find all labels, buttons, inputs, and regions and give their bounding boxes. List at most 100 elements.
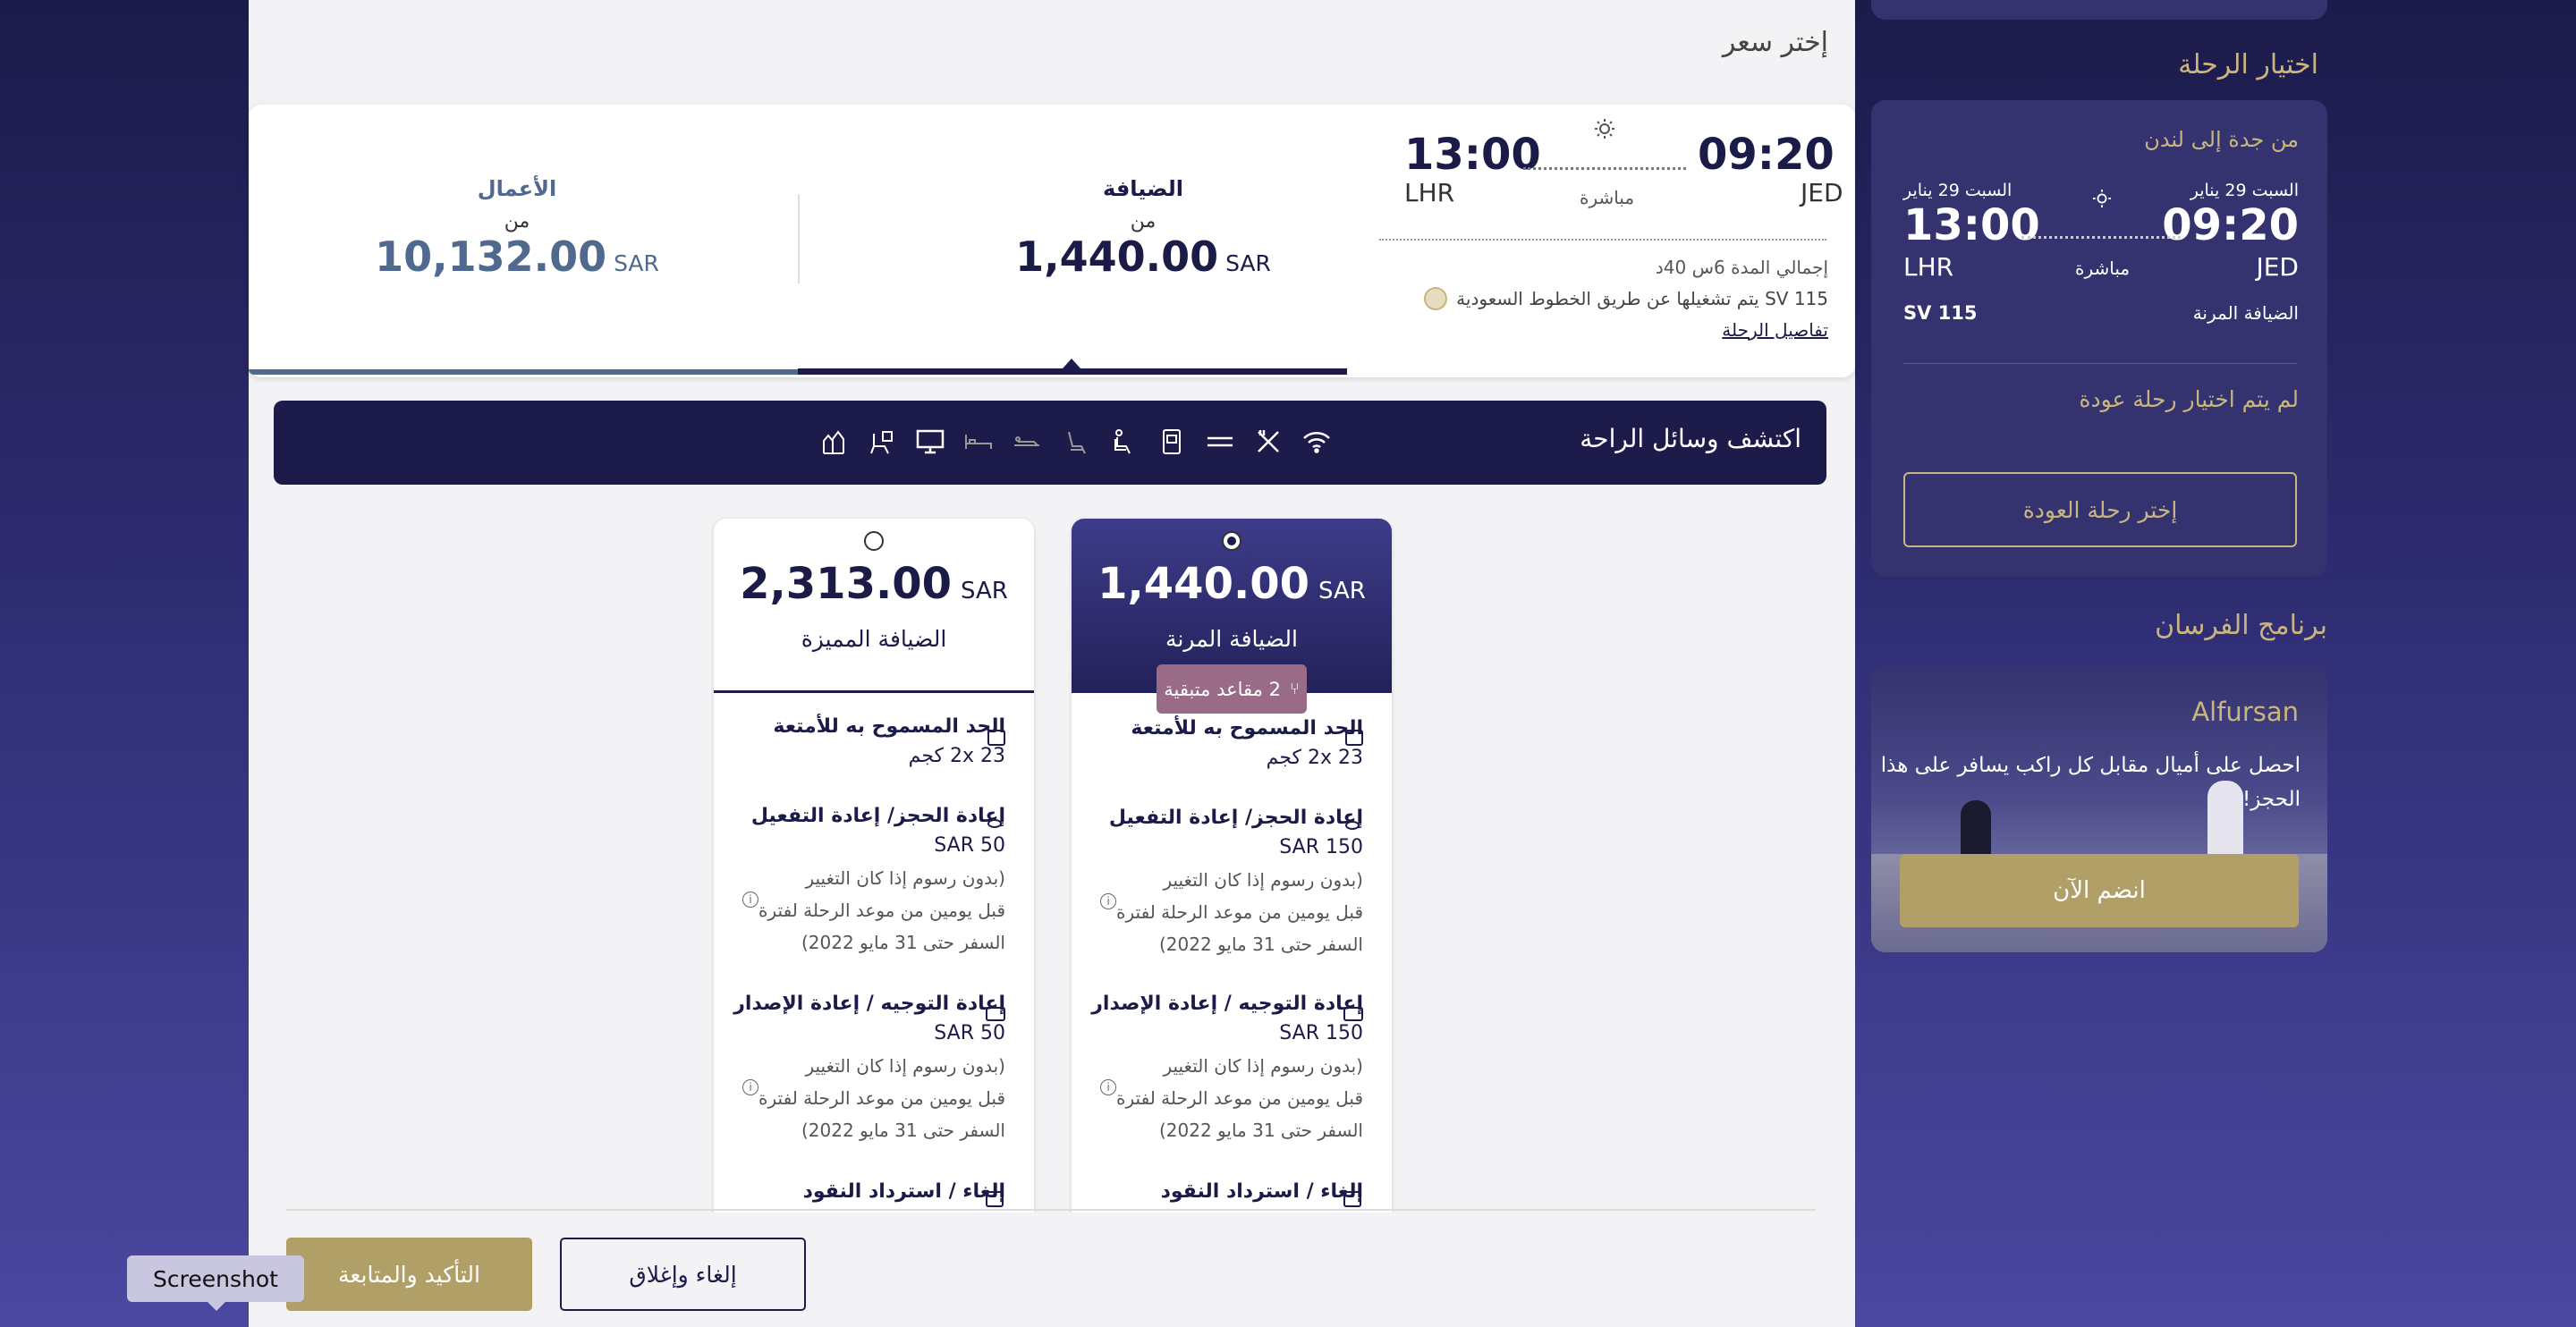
cancel-refund-title: إلغاء / استرداد النقود — [802, 1180, 1005, 1203]
rebook-note-line-1: (بدون رسوم إذا كان التغيير — [805, 867, 1005, 889]
cabin-economy-price: 1,440.00 — [1015, 232, 1219, 281]
operated-by-text: SV 115 يتم تشغيلها عن طريق الخطوط السعود… — [1456, 288, 1828, 309]
cabin-economy-price-row: 1,440.00 SAR — [991, 232, 1295, 281]
confirm-continue-button[interactable]: التأكيد والمتابعة — [286, 1238, 532, 1311]
rebook-value: SAR 50 — [934, 834, 1005, 857]
reroute-section: إعادة التوجيه / إعادة الإصدار SAR 50 (بد… — [733, 993, 1005, 1146]
cabin-business-name: الأعمال — [477, 176, 557, 201]
prayer-room-icon — [819, 427, 848, 456]
rebook-note-line-3: السفر حتى 31 مايو 2022) — [801, 932, 1005, 953]
sidebar-top-card — [1871, 0, 2327, 20]
rebook-note-line-3: السفر حتى 31 مايو 2022) — [1158, 934, 1363, 955]
wifi-icon — [1302, 427, 1331, 456]
flight-details-link[interactable]: تفاصيل الرحلة — [1722, 319, 1828, 341]
alfursan-text: احصل على أميال مقابل كل راكب يسافر على ه… — [1881, 748, 2301, 816]
refund-icon — [1343, 1191, 1361, 1207]
standard-seat-icon — [1109, 427, 1138, 456]
rebook-note: (بدون رسوم إذا كان التغيير قبل يومين من … — [751, 862, 1005, 959]
selected-cabin-caret — [1063, 359, 1080, 368]
arrive-time: 13:00 — [1903, 200, 2040, 250]
alfursan-title: Alfursan — [2191, 697, 2299, 727]
ticket-icon — [986, 1007, 1005, 1021]
reroute-note-line-2: قبل يومين من موعد الرحلة لفترة — [758, 1087, 1005, 1109]
arrive-airport: LHR — [1903, 252, 1954, 282]
reroute-value: SAR 50 — [934, 1022, 1005, 1044]
fare-premium-price: 2,313.00 — [740, 559, 952, 609]
cabin-economy-currency: SAR — [1225, 250, 1271, 276]
reroute-note-line-3: السفر حتى 31 مايو 2022) — [1158, 1120, 1363, 1141]
flight-number: SV 115 — [1903, 302, 1978, 324]
flight-summary-card: 09:20 13:00 JED LHR مباشرة إجمالي المدة … — [249, 105, 1855, 377]
cabin-business-currency: SAR — [614, 250, 659, 276]
arrive-date: السبت 29 يناير — [1903, 181, 2012, 200]
depart-airport: JED — [2256, 252, 2299, 282]
fare-premium-radio[interactable] — [864, 531, 884, 551]
fare-flex-radio[interactable] — [1222, 531, 1241, 551]
rebook-note: (بدون رسوم إذا كان التغيير قبل يومين من … — [1109, 864, 1363, 960]
seats-left-badge: ⑂ 2 مقاعد متبقية — [1157, 664, 1307, 714]
page-title: إختر سعر — [1722, 27, 1828, 58]
reroute-note-line-3: السفر حتى 31 مايو 2022) — [801, 1120, 1005, 1141]
cabin-business-from: من — [504, 210, 530, 232]
selected-trip-card: من جدة إلى لندن السبت 29 يناير السبت 29 … — [1871, 100, 2327, 577]
amenities-bar[interactable]: اكتشف وسائل الراحة — [274, 401, 1826, 485]
join-now-button[interactable]: انضم الآن — [1900, 854, 2299, 927]
reroute-info-icon[interactable]: i — [742, 1079, 758, 1095]
refund-icon — [986, 1191, 1004, 1207]
usb-port-icon — [1157, 427, 1186, 456]
fare-selection-panel: إختر سعر 09:20 13:00 JED LHR مباشرة إجما… — [249, 0, 1855, 1327]
actions-divider — [286, 1209, 1816, 1211]
alfursan-card: Alfursan احصل على أميال مقابل كل راكب يس… — [1871, 666, 2327, 952]
total-duration: إجمالي المدة 6س 40د — [1655, 257, 1828, 278]
fare-card-flex[interactable]: 1,440.00 SAR الضيافة المرنة ⑂ 2 مقاعد متب… — [1072, 519, 1392, 1216]
fare-card-premium[interactable]: 2,313.00 SAR الضيافة المميزة الحد المسموح… — [714, 519, 1034, 1216]
no-return-text: لم يتم اختيار رحلة عودة — [2079, 386, 2299, 412]
sun-icon — [1595, 119, 1614, 139]
screenshot-tooltip: Screenshot — [127, 1255, 304, 1311]
fare-premium-header: 2,313.00 SAR الضيافة المميزة — [714, 519, 1034, 693]
baggage-allowance: الحد المسموح به للأمتعة 2x 23 كجم — [1131, 717, 1363, 769]
rebook-info-icon[interactable]: i — [742, 892, 758, 908]
reroute-title: إعادة التوجيه / إعادة الإصدار — [1091, 993, 1363, 1015]
alfursan-text-line-1: احصل على أميال مقابل كل راكب يسافر على ه… — [1880, 754, 2301, 777]
luggage-icon — [987, 730, 1005, 746]
fare-flex-price: 1,440.00 — [1097, 559, 1309, 609]
cancel-close-button[interactable]: إلغاء وإغلاق — [560, 1238, 806, 1311]
stops-label: مباشرة — [1580, 187, 1635, 208]
alfursan-text-line-2: الحجز! — [2241, 788, 2301, 811]
loyalty-heading: برنامج الفرسان — [2155, 610, 2327, 641]
depart-time: 09:20 — [1698, 130, 1835, 180]
cabin-business-price-row: 10,132.00 SAR — [365, 232, 669, 281]
reroute-note-line-2: قبل يومين من موعد الرحلة لفترة — [1116, 1087, 1363, 1109]
ticket-icon — [1343, 1007, 1363, 1021]
cabin-business[interactable]: الأعمال من 10,132.00 SAR — [365, 176, 669, 281]
rebook-title: إعادة الحجز/ إعادة التفعيل — [1108, 807, 1363, 829]
reroute-info-icon[interactable]: i — [1100, 1079, 1116, 1095]
entertainment-screen-icon — [916, 427, 945, 456]
choose-return-button[interactable]: إختر رحلة العودة — [1903, 472, 2297, 547]
arrive-airport: LHR — [1404, 178, 1455, 207]
rebook-info-icon[interactable]: i — [1100, 893, 1116, 909]
baggage-title: الحد المسموح به للأمتعة — [1131, 717, 1363, 740]
saudia-logo-icon — [1424, 287, 1448, 310]
operated-by: SV 115 يتم تشغيلها عن طريق الخطوط السعود… — [1424, 287, 1828, 310]
lie-flat-seat-icon — [1013, 427, 1041, 456]
rebook-note-line-2: قبل يومين من موعد الرحلة لفترة — [758, 900, 1005, 921]
cancel-refund-section: إلغاء / استرداد النقود — [803, 1180, 1005, 1203]
rebook-section: إعادة الحجز/ إعادة التفعيل SAR 150 (بدون… — [1109, 807, 1363, 960]
recliner-seat-icon — [1061, 427, 1089, 456]
reroute-title: إعادة التوجيه / إعادة الإصدار — [733, 993, 1005, 1015]
cabin-economy-from: من — [1130, 210, 1157, 232]
seat-power-icon — [868, 427, 896, 456]
depart-time: 09:20 — [2162, 200, 2299, 250]
depart-date: السبت 29 يناير — [2190, 181, 2299, 200]
route-title: من جدة إلى لندن — [2144, 127, 2299, 152]
cabin-business-price: 10,132.00 — [375, 232, 607, 281]
trip-selection-heading: اختيار الرحلة — [2178, 49, 2318, 80]
rebook-title: إعادة الحجز/ إعادة التفعيل — [750, 805, 1005, 827]
meal-icon — [1254, 427, 1283, 456]
baggage-value: 2x 23 كجم — [1266, 747, 1363, 769]
rebook-section: إعادة الحجز/ إعادة التفعيل SAR 50 (بدون … — [751, 805, 1005, 959]
cabin-economy[interactable]: الضيافة من 1,440.00 SAR — [991, 176, 1295, 281]
reroute-note: (بدون رسوم إذا كان التغيير قبل يومين من … — [1091, 1050, 1363, 1146]
